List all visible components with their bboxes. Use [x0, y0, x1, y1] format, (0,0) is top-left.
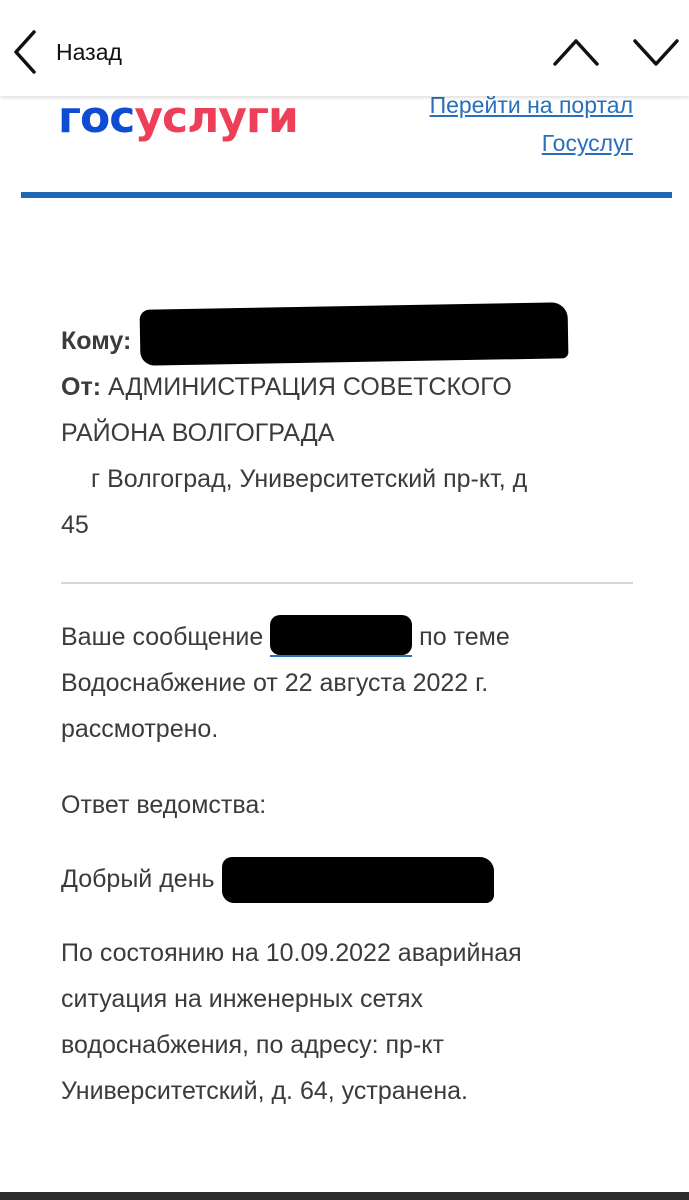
greeting-text: Добрый день	[61, 865, 215, 893]
to-label: Кому:	[61, 327, 132, 355]
message-status: Ваше сообщение по теме Водоснабжение от …	[61, 614, 633, 752]
sender-name-line2: РАЙОНА ВОЛГОГРАДА	[61, 419, 335, 447]
agency-answer-label: Ответ ведомства:	[61, 791, 267, 819]
answer-line4: Университетский, д. 64, устранена.	[61, 1077, 468, 1105]
previous-message-button[interactable]	[552, 32, 600, 72]
answer-line1: По состоянию на 10.09.2022 аварийная	[61, 939, 522, 967]
logo-part-uslugi: услуги	[134, 92, 298, 143]
gosuslugi-logo: госуслуги	[58, 88, 299, 148]
answer-line3: водоснабжения, по адресу: пр-кт	[61, 1031, 444, 1059]
email-screen: Назад госуслуги Перейти на портал Госусл…	[0, 0, 689, 1200]
message-suffix: по теме	[419, 623, 510, 651]
top-nav-bar: Назад	[0, 0, 689, 96]
bottom-edge-bar	[0, 1192, 689, 1200]
header-divider	[21, 192, 672, 198]
go-to-portal-link[interactable]: Перейти на портал Госуслуг	[373, 86, 633, 162]
chevron-down-icon	[633, 39, 679, 66]
message-prefix: Ваше сообщение	[61, 623, 264, 651]
next-message-button[interactable]	[632, 32, 680, 72]
chevron-up-icon	[553, 39, 599, 66]
section-divider	[61, 582, 633, 584]
recipient-redaction	[139, 302, 569, 366]
sender-address-line1: г Волгоград, Университетский пр-кт, д	[91, 465, 528, 493]
sender-address-line2: 45	[61, 511, 89, 539]
logo-part-gos: гос	[58, 92, 135, 143]
chevron-left-icon	[14, 30, 36, 74]
answer-line2: ситуация на инженерных сетях	[61, 985, 424, 1013]
message-link-underline	[270, 655, 413, 658]
from-label: От:	[61, 373, 102, 401]
addressee-redaction	[221, 857, 494, 904]
answer-greeting: Добрый день	[61, 856, 633, 904]
portal-link-line2: Госуслуг	[541, 130, 633, 156]
sender-row: От: АДМИНИСТРАЦИЯ СОВЕТСКОГО	[61, 364, 633, 410]
answer-body: По состоянию на 10.09.2022 аварийная сит…	[61, 930, 633, 1114]
message-line2: Водоснабжение от 22 августа 2022 г.	[61, 669, 489, 697]
message-number-redaction	[270, 615, 413, 656]
back-label: Назад	[56, 38, 122, 65]
back-button[interactable]: Назад	[10, 28, 122, 76]
message-line3: рассмотрено.	[61, 715, 219, 743]
message-line1: Ваше сообщение по теме	[61, 614, 633, 660]
sender-name-line1: АДМИНИСТРАЦИЯ СОВЕТСКОГО	[107, 373, 512, 401]
message-number-link[interactable]	[270, 615, 413, 658]
